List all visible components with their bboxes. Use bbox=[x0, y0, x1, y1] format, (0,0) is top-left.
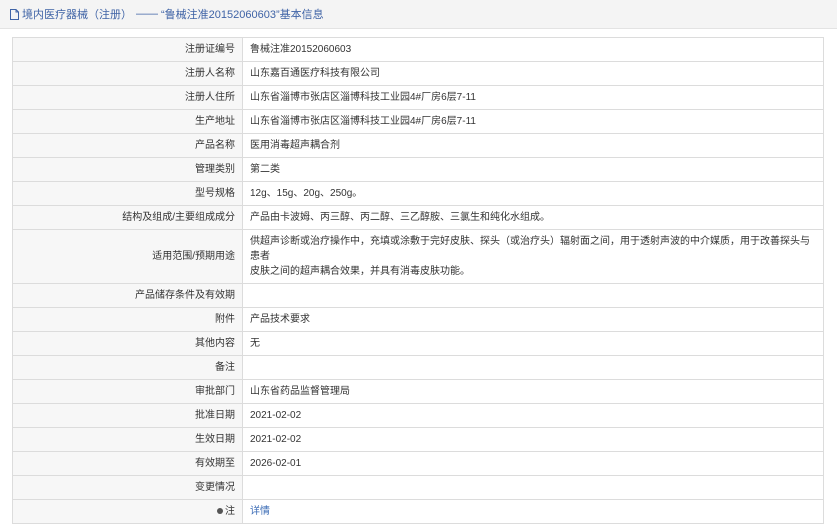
row-value: 12g、15g、20g、250g。 bbox=[242, 181, 824, 206]
row-label-note: 注 bbox=[12, 499, 243, 524]
row-value bbox=[242, 475, 824, 500]
row-label: 产品储存条件及有效期 bbox=[12, 283, 243, 308]
table-row: 产品储存条件及有效期 bbox=[12, 283, 824, 308]
row-value: 无 bbox=[242, 331, 824, 356]
row-value: 2021-02-02 bbox=[242, 427, 824, 452]
row-value: 供超声诊断或治疗操作中，充填或涂敷于完好皮肤、探头（或治疗头）辐射面之间，用于透… bbox=[242, 229, 824, 284]
row-value-line: 供超声诊断或治疗操作中，充填或涂敷于完好皮肤、探头（或治疗头）辐射面之间，用于透… bbox=[250, 236, 810, 262]
details-link[interactable]: 详情 bbox=[250, 506, 270, 517]
row-value: 2026-02-01 bbox=[242, 451, 824, 476]
header-category: 境内医疗器械（注册） bbox=[22, 9, 132, 21]
row-label: 有效期至 bbox=[12, 451, 243, 476]
table-row: 批准日期 2021-02-02 bbox=[12, 403, 824, 428]
table-row: 结构及组成/主要组成成分 产品由卡波姆、丙三醇、丙二醇、三乙醇胺、三氯生和纯化水… bbox=[12, 205, 824, 230]
row-label: 注册人住所 bbox=[12, 85, 243, 110]
row-value: 产品技术要求 bbox=[242, 307, 824, 332]
row-value: 鲁械注准20152060603 bbox=[242, 37, 824, 62]
info-table: 注册证编号 鲁械注准20152060603 注册人名称 山东嘉百通医疗科技有限公… bbox=[12, 37, 824, 524]
row-value: 山东嘉百通医疗科技有限公司 bbox=[242, 61, 824, 86]
row-value: 山东省药品监督管理局 bbox=[242, 379, 824, 404]
row-value: 山东省淄博市张店区淄博科技工业园4#厂房6层7-11 bbox=[242, 85, 824, 110]
row-label: 附件 bbox=[12, 307, 243, 332]
row-label: 管理类别 bbox=[12, 157, 243, 182]
row-label: 结构及组成/主要组成成分 bbox=[12, 205, 243, 230]
table-row: 管理类别 第二类 bbox=[12, 157, 824, 182]
table-row: 审批部门 山东省药品监督管理局 bbox=[12, 379, 824, 404]
row-value: 医用消毒超声耦合剂 bbox=[242, 133, 824, 158]
page-header: 境内医疗器械（注册） —— “鲁械注准20152060603”基本信息 bbox=[0, 0, 837, 29]
info-table-container: 注册证编号 鲁械注准20152060603 注册人名称 山东嘉百通医疗科技有限公… bbox=[0, 29, 837, 524]
row-value: 2021-02-02 bbox=[242, 403, 824, 428]
row-label: 型号规格 bbox=[12, 181, 243, 206]
document-icon bbox=[10, 8, 19, 20]
row-label: 变更情况 bbox=[12, 475, 243, 500]
row-label: 备注 bbox=[12, 355, 243, 380]
row-label: 审批部门 bbox=[12, 379, 243, 404]
table-row: 变更情况 bbox=[12, 475, 824, 500]
table-row: 型号规格 12g、15g、20g、250g。 bbox=[12, 181, 824, 206]
table-row: 备注 bbox=[12, 355, 824, 380]
table-row: 生产地址 山东省淄博市张店区淄博科技工业园4#厂房6层7-11 bbox=[12, 109, 824, 134]
header-title: “鲁械注准20152060603”基本信息 bbox=[161, 9, 324, 21]
pin-icon bbox=[217, 508, 223, 515]
row-value: 山东省淄博市张店区淄博科技工业园4#厂房6层7-11 bbox=[242, 109, 824, 134]
table-row: 生效日期 2021-02-02 bbox=[12, 427, 824, 452]
row-value: 第二类 bbox=[242, 157, 824, 182]
row-label: 生效日期 bbox=[12, 427, 243, 452]
table-row: 注册证编号 鲁械注准20152060603 bbox=[12, 37, 824, 62]
row-value bbox=[242, 283, 824, 308]
table-row: 附件 产品技术要求 bbox=[12, 307, 824, 332]
row-label: 产品名称 bbox=[12, 133, 243, 158]
row-label: 其他内容 bbox=[12, 331, 243, 356]
row-value: 产品由卡波姆、丙三醇、丙二醇、三乙醇胺、三氯生和纯化水组成。 bbox=[242, 205, 824, 230]
row-label: 批准日期 bbox=[12, 403, 243, 428]
header-separator: —— bbox=[136, 8, 158, 20]
table-row: 适用范围/预期用途 供超声诊断或治疗操作中，充填或涂敷于完好皮肤、探头（或治疗头… bbox=[12, 229, 824, 284]
table-row: 注 详情 bbox=[12, 499, 824, 524]
table-row: 注册人名称 山东嘉百通医疗科技有限公司 bbox=[12, 61, 824, 86]
row-label: 适用范围/预期用途 bbox=[12, 229, 243, 284]
row-label: 生产地址 bbox=[12, 109, 243, 134]
row-value bbox=[242, 355, 824, 380]
row-label: 注册证编号 bbox=[12, 37, 243, 62]
table-row: 产品名称 医用消毒超声耦合剂 bbox=[12, 133, 824, 158]
table-row: 其他内容 无 bbox=[12, 331, 824, 356]
table-row: 有效期至 2026-02-01 bbox=[12, 451, 824, 476]
row-value-line: 皮肤之间的超声耦合效果，并具有消毒皮肤功能。 bbox=[250, 266, 470, 277]
row-label: 注册人名称 bbox=[12, 61, 243, 86]
note-label: 注 bbox=[225, 506, 235, 517]
table-row: 注册人住所 山东省淄博市张店区淄博科技工业园4#厂房6层7-11 bbox=[12, 85, 824, 110]
row-value: 详情 bbox=[242, 499, 824, 524]
